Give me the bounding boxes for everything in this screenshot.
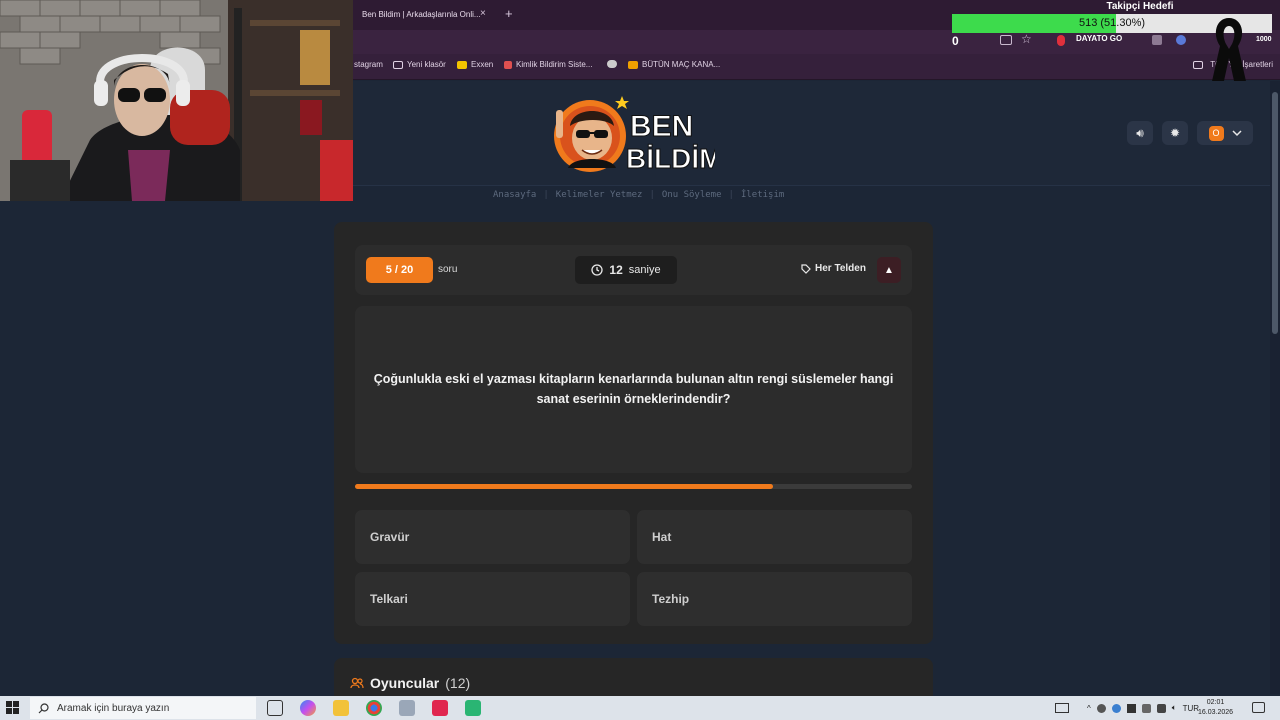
nav-link-onu-soyleme[interactable]: Onu Söyleme <box>662 190 722 200</box>
webcam-feed <box>0 0 353 201</box>
time-progress-bar <box>355 484 912 489</box>
chrome-icon[interactable] <box>366 700 382 716</box>
bookmark-butun-mac[interactable]: BÜTÜN MAÇ KANA... <box>628 60 720 69</box>
answer-label: Hat <box>652 530 672 544</box>
players-header: Oyuncular (12) <box>350 675 470 691</box>
logo-text-ben: BEN <box>630 110 693 143</box>
site-logo[interactable]: BEN BİLDİM <box>550 88 715 178</box>
clock-date: 16.03.2026 <box>1198 709 1234 716</box>
answer-label: Gravür <box>370 530 410 544</box>
bookmark-globe[interactable] <box>607 60 617 68</box>
goal-title: Takipçi Hedefi <box>1106 1 1174 12</box>
players-title: Oyuncular <box>370 675 440 691</box>
browser-tab[interactable]: Ben Bildim | Arkadaşlarınla Onli... <box>354 2 496 28</box>
folder-icon <box>393 60 403 69</box>
theme-toggle-button[interactable]: ✹ <box>1162 121 1188 145</box>
chevron-up-icon[interactable]: ^ <box>1087 704 1091 713</box>
windows-start-icon[interactable] <box>6 701 19 714</box>
clock-icon <box>591 264 604 276</box>
bookmark-instagram[interactable]: stagram <box>354 60 383 69</box>
extension-icon[interactable] <box>1176 35 1186 45</box>
answer-label: Tezhip <box>652 592 690 606</box>
warning-icon: ▲ <box>884 264 894 276</box>
search-icon <box>38 702 49 713</box>
jp-icon <box>628 60 638 69</box>
question-box: Çoğunlukla eski el yazması kitapların ke… <box>355 306 912 473</box>
question-counter-badge: 5 / 20 <box>366 257 433 283</box>
category-label: Her Telden <box>801 263 866 274</box>
tray-app-icon[interactable] <box>1096 703 1106 713</box>
star-icon[interactable]: ☆ <box>1021 32 1032 46</box>
search-placeholder: Aramak için buraya yazın <box>57 702 170 714</box>
tray-app-icon[interactable] <box>1141 703 1151 713</box>
logo-text-bildim: BİLDİM <box>626 143 715 174</box>
speaker-icon: 🔊︎ <box>1136 125 1144 140</box>
volume-icon[interactable]: 🔈︎ <box>1172 703 1177 713</box>
extension-icon[interactable] <box>1057 35 1065 46</box>
bookmark-yeni-klasor[interactable]: Yeni klasör <box>393 60 446 69</box>
ticker-text: DAYATO GO <box>1076 34 1123 43</box>
answer-label: Telkari <box>370 592 408 606</box>
link-icon <box>504 60 512 69</box>
timer-unit: saniye <box>628 264 661 276</box>
nav-divider: | <box>728 190 734 200</box>
file-explorer-icon[interactable] <box>333 700 349 716</box>
bookmark-kimlik-bildirim[interactable]: Kimlik Bildirim Siste... <box>504 60 592 69</box>
avatar: O <box>1208 125 1224 141</box>
answer-option-3[interactable]: Telkari <box>355 572 630 626</box>
nav-link-iletisim[interactable]: İletişim <box>741 190 784 200</box>
webcam-image <box>0 0 353 201</box>
users-icon <box>350 677 364 689</box>
players-count: (12) <box>445 675 471 691</box>
user-menu-button[interactable]: O <box>1197 121 1253 145</box>
tab-close-icon[interactable]: × <box>480 8 486 19</box>
scrollbar-thumb[interactable] <box>1272 92 1278 334</box>
timer: 12 saniye <box>575 256 677 284</box>
nav-divider: | <box>543 190 549 200</box>
language-indicator[interactable]: TUR <box>1183 704 1199 713</box>
answer-option-4[interactable]: Tezhip <box>637 572 912 626</box>
overlay-end-value: 1000 <box>1256 36 1272 43</box>
clock-time: 02:01 <box>1206 699 1225 706</box>
chevron-down-icon <box>1231 129 1242 136</box>
bookmark-exxen[interactable]: Exxen <box>457 60 493 69</box>
network-icon[interactable] <box>1126 703 1136 713</box>
copilot-icon[interactable] <box>300 700 316 716</box>
main-nav: Anasayfa | Kelimeler Yetmez | Onu Söylem… <box>353 185 1280 205</box>
news-icon[interactable] <box>1055 703 1069 713</box>
report-button[interactable]: ▲ <box>877 257 901 283</box>
tray-app-icon[interactable] <box>1111 703 1121 713</box>
system-tray: ^ 🔈︎ TUR <box>1055 697 1199 719</box>
sun-icon: ✹ <box>1169 126 1181 140</box>
timer-value: 12 <box>609 263 623 277</box>
taskbar-clock[interactable]: 02:01 16.03.2026 <box>1198 698 1233 718</box>
time-progress-fill <box>355 484 773 489</box>
overlay-counter: 0 <box>952 34 959 48</box>
tray-app-icon[interactable] <box>1156 703 1166 713</box>
taskbar-search[interactable]: Aramak için buraya yazın <box>30 697 256 719</box>
answer-option-1[interactable]: Gravür <box>355 510 630 564</box>
globe-icon <box>607 60 617 68</box>
nav-divider: | <box>649 190 655 200</box>
extension-icon[interactable] <box>1152 35 1162 45</box>
app-icon[interactable] <box>432 700 448 716</box>
nav-link-anasayfa[interactable]: Anasayfa <box>493 190 536 200</box>
task-view-icon[interactable] <box>267 700 283 716</box>
app-icon[interactable] <box>399 700 415 716</box>
cast-icon[interactable] <box>1000 35 1012 45</box>
app-icon[interactable] <box>465 700 481 716</box>
new-tab-button[interactable]: + <box>505 6 513 21</box>
tag-icon <box>801 263 811 274</box>
category-text: Her Telden <box>815 263 866 274</box>
nav-link-kelimeler-yetmez[interactable]: Kelimeler Yetmez <box>556 190 643 200</box>
question-counter-label: soru <box>438 264 458 275</box>
answer-option-2[interactable]: Hat <box>637 510 912 564</box>
exxen-icon <box>457 60 467 69</box>
folder-icon <box>1193 60 1203 69</box>
notification-icon[interactable] <box>1252 702 1265 713</box>
sound-button[interactable]: 🔊︎ <box>1127 121 1153 145</box>
question-text: Çoğunlukla eski el yazması kitapların ke… <box>373 372 894 406</box>
